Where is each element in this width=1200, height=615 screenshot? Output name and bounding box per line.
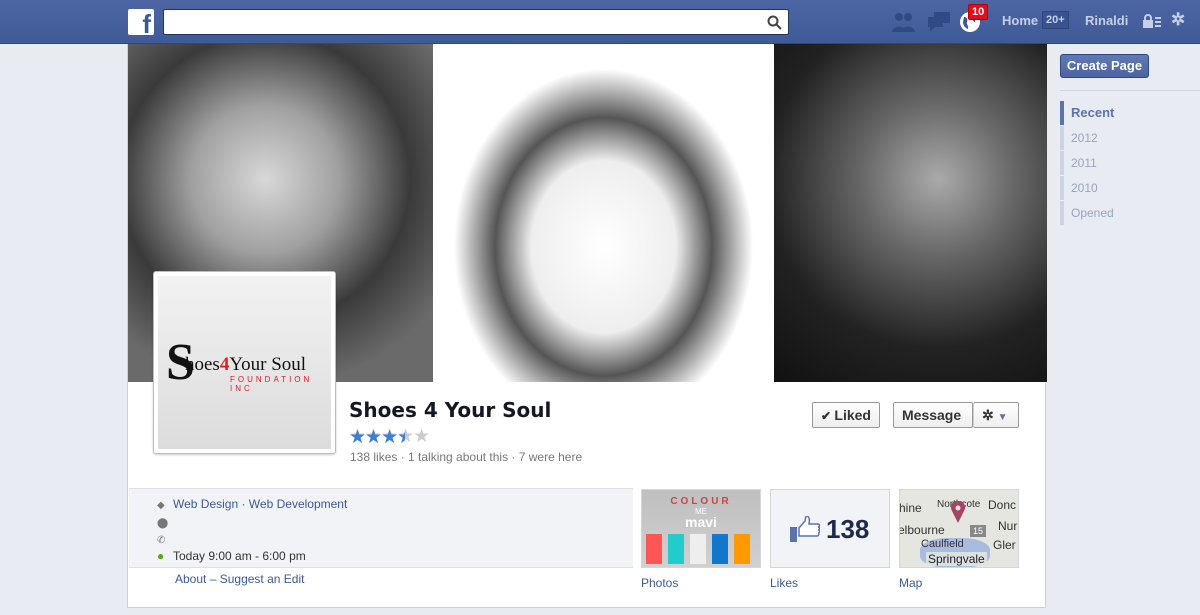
about-links: About – Suggest an Edit (175, 572, 305, 586)
home-link[interactable]: Home (1002, 13, 1038, 28)
divider (1060, 90, 1200, 91)
cover-photo-old-man (774, 44, 1047, 382)
thumbs-up-icon (790, 516, 820, 542)
cover-photo-shoes (433, 44, 774, 382)
map-place-springvale: Springvale (926, 552, 987, 566)
rating-stars: ★★★★★★★★★★ (349, 426, 430, 448)
right-sidebar: Create Page Recent 2012 2011 2010 Opened (1060, 54, 1200, 225)
privacy-lock-icon[interactable] (1143, 14, 1161, 28)
gear-icon: ✲ (982, 407, 994, 423)
road-badge: 15 (970, 525, 987, 537)
search-icon[interactable] (767, 15, 782, 30)
create-page-button[interactable]: Create Page (1060, 54, 1149, 78)
chevron-down-icon: ▼ (997, 412, 1008, 423)
check-icon: ✔ (821, 409, 835, 423)
photos-tile[interactable]: COLOUR ME mavi (641, 489, 761, 568)
address-row: ⬤ (157, 515, 173, 529)
page-stats: 138 likes · 1 talking about this · 7 wer… (350, 450, 583, 464)
friend-requests-icon[interactable] (890, 10, 916, 34)
likes-link[interactable]: Likes (770, 576, 798, 590)
phone-icon: ✆ (157, 535, 166, 546)
page-timeline: S hoes4Your Soul FOUNDATION INC Shoes 4 … (127, 44, 1047, 608)
timeline-item-2012[interactable]: 2012 (1060, 126, 1200, 150)
map-link[interactable]: Map (899, 576, 922, 590)
map-pin-icon (951, 501, 965, 523)
facebook-logo[interactable]: f (128, 9, 154, 35)
timeline-item-2011[interactable]: 2011 (1060, 151, 1200, 175)
messages-icon[interactable] (926, 10, 952, 34)
message-button[interactable]: Message (893, 402, 973, 428)
logo-text: hoes4Your Soul (185, 354, 307, 375)
logo-subtext: FOUNDATION INC (230, 375, 313, 393)
home-count-badge: 20+ (1042, 11, 1069, 29)
phone-row: ✆ (157, 532, 173, 546)
timeline-item-2010[interactable]: 2010 (1060, 176, 1200, 200)
profile-link[interactable]: Rinaldi (1085, 13, 1128, 28)
timeline-item-recent[interactable]: Recent (1060, 101, 1200, 125)
liked-button[interactable]: ✔ Liked (812, 402, 880, 428)
options-gear-dropdown[interactable]: ✲ ▼ (973, 402, 1019, 428)
info-box: ◆ Web Design · Web Development ⬤ ✆ ● Today… (129, 488, 633, 568)
top-bar: f 10 Home 20+ Rinaldi ✲ (0, 0, 1200, 44)
photos-link[interactable]: Photos (641, 576, 678, 590)
search-input[interactable] (163, 9, 789, 35)
notifications-badge: 10 (968, 4, 989, 20)
categories-row[interactable]: ◆ Web Design · Web Development (157, 497, 347, 511)
settings-gear-icon[interactable]: ✲ (1171, 10, 1185, 30)
open-status-dot-icon: ● (157, 549, 165, 563)
profile-picture[interactable]: S hoes4Your Soul FOUNDATION INC (153, 271, 336, 454)
likes-tile[interactable]: 138 (770, 489, 890, 568)
about-link[interactable]: About (175, 572, 206, 586)
suggest-edit-link[interactable]: Suggest an Edit (220, 572, 305, 586)
timeline-item-opened[interactable]: Opened (1060, 201, 1200, 225)
location-pin-icon: ⬤ (157, 518, 169, 529)
hours-row: ● Today 9:00 am - 6:00 pm (157, 549, 306, 563)
tag-icon: ◆ (157, 500, 165, 511)
page-title: Shoes 4 Your Soul (349, 398, 552, 422)
map-tile[interactable]: hine Northcote Donc Nur elbourne Caulfie… (899, 489, 1019, 568)
